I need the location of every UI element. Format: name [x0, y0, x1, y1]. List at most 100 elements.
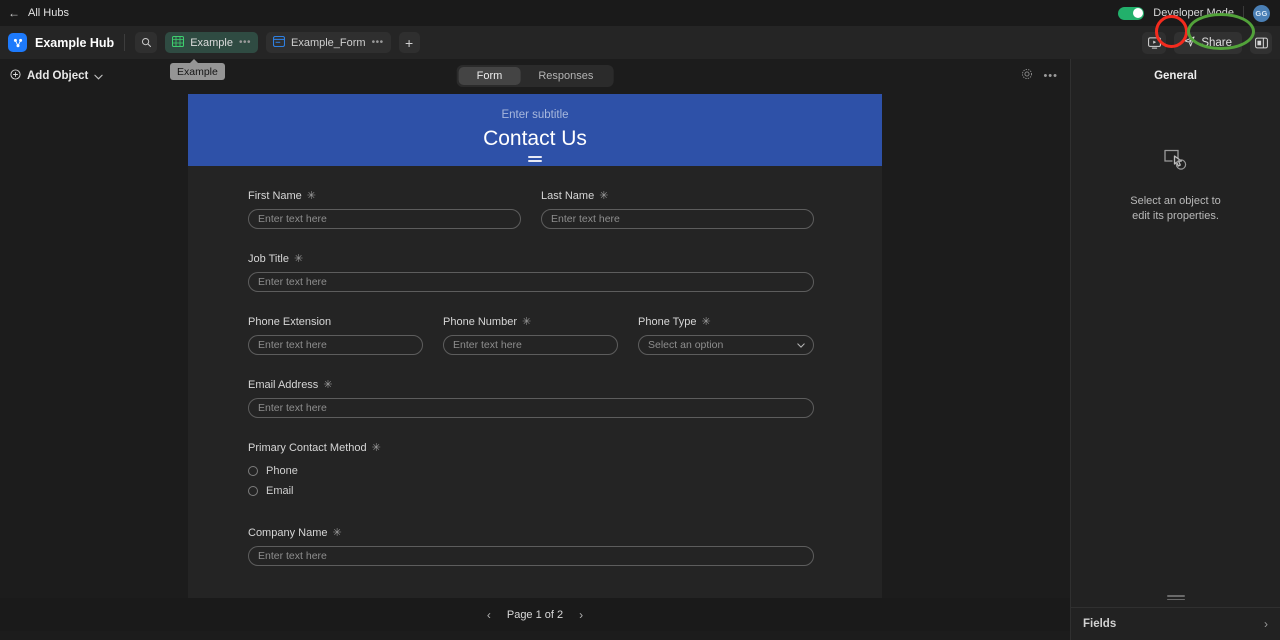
phone-number-input[interactable]: Enter text here — [443, 335, 618, 355]
field-label: Last Name ✳ — [541, 190, 814, 202]
first-name-input[interactable]: Enter text here — [248, 209, 521, 229]
form-fields-container: First Name ✳ Enter text here Last Name ✳… — [188, 166, 882, 598]
top-bar: ← All Hubs Developer Mode GG — [0, 0, 1280, 26]
properties-sidebar: General Select an object to edit its pro… — [1070, 59, 1280, 640]
label-text: Phone Type — [638, 316, 697, 328]
avatar[interactable]: GG — [1253, 4, 1270, 22]
add-object-button[interactable]: Add Object — [10, 67, 103, 85]
plus-circle-icon — [10, 67, 21, 85]
field-label: Company Name ✳ — [248, 527, 814, 539]
sidebar-header: General — [1154, 70, 1197, 82]
share-label: Share — [1201, 36, 1232, 49]
required-marker: ✳ — [701, 315, 711, 328]
chevron-left-icon[interactable]: ‹ — [487, 608, 491, 622]
form-row: Primary Contact Method ✳ Phone Email — [248, 442, 822, 505]
form-row: First Name ✳ Enter text here Last Name ✳… — [248, 190, 822, 229]
more-dots-icon[interactable]: ••• — [239, 37, 251, 47]
arrow-left-icon: ← — [8, 6, 20, 20]
hub-name: Example Hub — [35, 35, 115, 50]
chevron-right-icon[interactable]: › — [579, 608, 583, 622]
radio-option-phone[interactable]: Phone — [248, 465, 381, 477]
label-text: Phone Extension — [248, 316, 332, 328]
more-dots-icon[interactable]: ••• — [372, 37, 384, 47]
required-marker: ✳ — [599, 189, 609, 202]
field-label: Phone Extension — [248, 316, 423, 328]
all-hubs-label: All Hubs — [28, 7, 69, 19]
field-phone-number: Phone Number ✳ Enter text here — [443, 316, 618, 355]
radio-label: Email — [266, 485, 294, 497]
form-responses-segmented-control: Form Responses — [456, 65, 614, 87]
developer-mode-label: Developer Mode — [1153, 7, 1234, 19]
divider — [1243, 6, 1244, 20]
field-job-title: Job Title ✳ Enter text here — [248, 253, 814, 292]
empty-message-line-1: Select an object to — [1130, 195, 1221, 207]
all-hubs-back-button[interactable]: ← All Hubs — [8, 7, 69, 19]
label-text: Primary Contact Method — [248, 442, 367, 454]
hub-bar: Example Hub Example ••• Example_Form •••… — [0, 13, 1280, 59]
chevron-down-icon — [797, 339, 805, 351]
select-object-cursor-icon — [1163, 147, 1189, 178]
chevron-down-icon — [94, 67, 103, 85]
sidebar-item-tab-example[interactable]: Example ••• — [165, 32, 258, 53]
banner-title[interactable]: Contact Us — [483, 127, 587, 151]
phone-extension-input[interactable]: Enter text here — [248, 335, 423, 355]
field-last-name: Last Name ✳ Enter text here — [541, 190, 814, 229]
page-indicator: Page 1 of 2 — [506, 608, 564, 621]
pagination: ‹ Page 1 of 2 › — [0, 598, 1070, 631]
required-marker: ✳ — [293, 252, 304, 265]
tab-tooltip: Example — [170, 59, 225, 80]
field-primary-contact-method: Primary Contact Method ✳ Phone Email — [248, 442, 381, 505]
select-value: Select an option — [648, 339, 724, 351]
plus-icon[interactable]: + — [398, 32, 420, 53]
required-marker: ✳ — [323, 378, 333, 391]
label-text: Job Title — [248, 253, 289, 265]
banner-subtitle-placeholder[interactable]: Enter subtitle — [501, 109, 568, 121]
required-marker: ✳ — [306, 189, 316, 202]
drag-handle-icon[interactable] — [528, 156, 542, 163]
email-address-input[interactable]: Enter text here — [248, 398, 814, 418]
chevron-right-icon: › — [1264, 617, 1268, 631]
form-canvas: Add Object Form Responses ••• Enter subt… — [0, 59, 1070, 640]
field-label: Phone Type ✳ — [638, 316, 814, 328]
hub-network-icon[interactable] — [8, 33, 27, 52]
radio-option-email[interactable]: Email — [248, 485, 381, 497]
sidebar-item-tab-example-form[interactable]: Example_Form ••• — [266, 32, 391, 53]
preview-monitor-icon[interactable] — [1142, 31, 1167, 54]
label-text: Phone Number — [443, 316, 517, 328]
field-first-name: First Name ✳ Enter text here — [248, 190, 521, 229]
field-label: First Name ✳ — [248, 190, 521, 202]
radio-label: Phone — [266, 465, 298, 477]
company-name-input[interactable]: Enter text here — [248, 546, 814, 566]
last-name-input[interactable]: Enter text here — [541, 209, 814, 229]
field-email-address: Email Address ✳ Enter text here — [248, 379, 814, 418]
main-body: Add Object Form Responses ••• Enter subt… — [0, 59, 1280, 640]
developer-mode-toggle[interactable] — [1118, 6, 1145, 20]
label-text: Company Name — [248, 527, 328, 539]
share-button[interactable]: Share — [1174, 31, 1242, 54]
job-title-input[interactable]: Enter text here — [248, 272, 814, 292]
right-panel-toggle-icon[interactable] — [1250, 31, 1272, 54]
field-phone-extension: Phone Extension Enter text here — [248, 316, 423, 355]
field-label: Phone Number ✳ — [443, 316, 618, 328]
required-marker: ✳ — [332, 526, 342, 539]
search-icon[interactable] — [135, 32, 158, 53]
gear-icon[interactable] — [1021, 67, 1033, 85]
field-label: Job Title ✳ — [248, 253, 814, 265]
add-object-label: Add Object — [27, 70, 89, 82]
form-row: Job Title ✳ Enter text here — [248, 253, 822, 292]
phone-type-select[interactable]: Select an option — [638, 335, 814, 355]
table-grid-icon — [172, 34, 185, 52]
form-toolbar: Add Object Form Responses ••• — [0, 63, 1070, 89]
sidebar-resize-grip[interactable] — [1166, 595, 1185, 601]
tab-form[interactable]: Form — [458, 67, 521, 85]
field-phone-type: Phone Type ✳ Select an option — [638, 316, 814, 355]
label-text: Email Address — [248, 379, 319, 391]
sidebar-section-fields[interactable]: Fields › — [1071, 607, 1280, 640]
send-paper-plane-icon — [1184, 35, 1195, 50]
form-banner[interactable]: Enter subtitle Contact Us — [188, 94, 882, 166]
more-dots-icon[interactable]: ••• — [1043, 70, 1058, 82]
field-company-name: Company Name ✳ Enter text here — [248, 527, 814, 566]
hub-bar-right: Share — [1142, 31, 1272, 54]
app-window: ← All Hubs Developer Mode GG Example Hub — [0, 0, 1280, 640]
tab-responses[interactable]: Responses — [520, 67, 611, 85]
